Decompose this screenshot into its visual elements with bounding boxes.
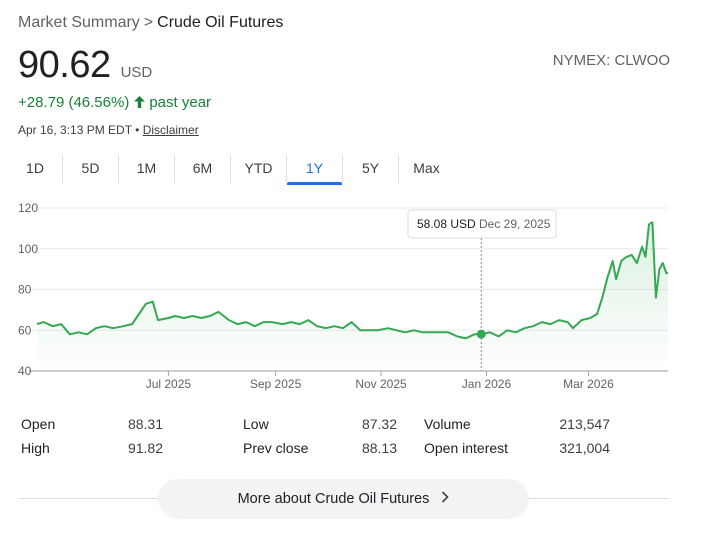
current-price: 90.62: [18, 44, 111, 86]
price-currency: USD: [120, 64, 153, 81]
tab-max[interactable]: Max: [398, 155, 454, 183]
x-tick-label: Mar 2026: [563, 377, 614, 391]
more-about-label: More about Crude Oil Futures: [237, 491, 430, 507]
tab-6m[interactable]: 6M: [174, 155, 230, 183]
tab-1m[interactable]: 1M: [118, 155, 174, 183]
breadcrumb-parent-link[interactable]: Market Summary: [18, 14, 140, 31]
stat-label-open-interest: Open interest: [424, 440, 509, 456]
x-tick-label: Jul 2025: [146, 377, 192, 391]
stat-value-prev-close: 88.13: [361, 440, 397, 456]
price-row: 90.62 USD: [18, 44, 152, 87]
price-change: +28.79 (46.56%) past year: [18, 94, 211, 111]
tab-5y[interactable]: 5Y: [342, 155, 398, 183]
price-chart[interactable]: 40 60 80 100 120 Jul 2025 Sep 2025 Nov 2025 Jan …: [0, 196, 703, 396]
stats-row-2: High 91.82 Prev close 88.13 Open interes…: [21, 436, 661, 460]
stat-label-prev-close: Prev close: [243, 440, 309, 456]
x-tick-label: Sep 2025: [250, 377, 302, 391]
stat-value-low: 87.32: [361, 416, 397, 432]
divider-left: [18, 498, 158, 499]
chevron-right-icon: [441, 490, 450, 508]
tooltip-date: Dec 29, 2025: [479, 217, 551, 231]
stats-table: Open 88.31 Low 87.32 Volume 213,547 High…: [21, 412, 661, 460]
stat-label-open: Open: [21, 416, 56, 432]
divider-right: [529, 498, 670, 499]
stat-value-open-interest: 321,004: [559, 440, 610, 456]
stat-label-high: High: [21, 440, 50, 456]
arrow-up-icon: [134, 95, 146, 111]
breadcrumb-separator: >: [143, 14, 154, 31]
stat-label-low: Low: [243, 416, 269, 432]
stat-label-volume: Volume: [424, 416, 471, 432]
x-tick-label: Jan 2026: [462, 377, 512, 391]
range-tabs: 1D 5D 1M 6M YTD 1Y 5Y Max: [8, 155, 454, 185]
timestamp: Apr 16, 3:13 PM EDT • Disclaimer: [18, 123, 199, 137]
y-tick-label: 100: [18, 242, 38, 256]
timestamp-text: Apr 16, 3:13 PM EDT •: [18, 123, 140, 137]
tab-1y[interactable]: 1Y: [286, 155, 342, 185]
exchange-symbol: NYMEX: CLWOO: [552, 52, 670, 69]
tab-ytd[interactable]: YTD: [230, 155, 286, 183]
change-value: +28.79 (46.56%): [18, 94, 130, 111]
price-area: [37, 222, 668, 371]
hover-point: [476, 329, 486, 339]
y-tick-label: 40: [18, 364, 32, 378]
breadcrumb: Market Summary > Crude Oil Futures: [18, 14, 283, 32]
x-tick-label: Nov 2025: [355, 377, 407, 391]
y-tick-label: 120: [18, 201, 38, 215]
stat-value-open: 88.31: [127, 416, 163, 432]
tab-5d[interactable]: 5D: [62, 155, 118, 183]
stat-value-volume: 213,547: [559, 416, 610, 432]
breadcrumb-current: Crude Oil Futures: [157, 14, 284, 31]
change-period: past year: [149, 94, 212, 111]
disclaimer-link[interactable]: Disclaimer: [143, 123, 199, 137]
stat-value-high: 91.82: [127, 440, 163, 456]
tooltip-value: 58.08 USD: [417, 217, 476, 231]
tab-1d[interactable]: 1D: [8, 155, 62, 183]
price-line[interactable]: [36, 221, 669, 340]
y-tick-label: 60: [18, 323, 32, 337]
y-tick-label: 80: [18, 283, 32, 297]
more-about-button[interactable]: More about Crude Oil Futures: [158, 479, 529, 519]
stats-row-1: Open 88.31 Low 87.32 Volume 213,547: [21, 412, 661, 436]
